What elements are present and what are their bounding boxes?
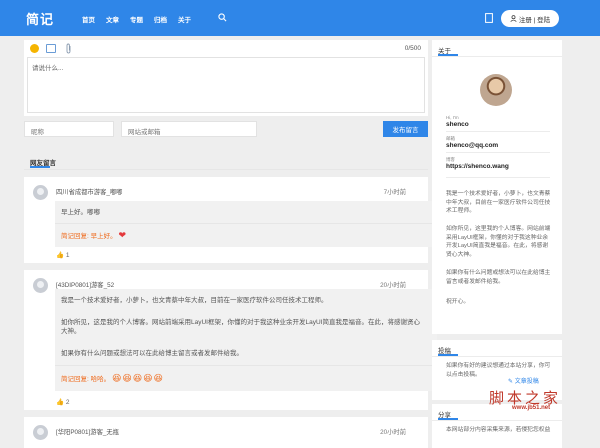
nickname-input[interactable]: 昵称 [24,121,114,137]
info-divider [446,152,550,153]
comment-paragraph: 我是一个技术爱好者，小萝卜，也文青蔡中年大叔，目前在一家医疗软件公司任技术工程师… [61,297,328,304]
nav-item-home[interactable]: 首页 [82,14,106,24]
comment-text: 早上好。嘟嘟 [61,209,100,216]
reply-divider [55,365,437,366]
avatar [33,425,48,440]
comment-time: 20小时前 [380,429,406,436]
avatar [33,185,48,200]
top-navbar: 简记 首页 文章 专题 归档 关于 注册 | 登陆 [0,0,600,36]
contribute-button-label: 文章投稿 [514,379,539,385]
nav-item-about[interactable]: 关于 [178,14,202,24]
greeting-label: Hi, I'm [446,115,459,120]
avatar [33,278,48,293]
panel-divider [432,356,562,357]
comment-author[interactable]: 四川省成都市游客_嘟嘟 [56,187,122,196]
author-email[interactable]: shenco@qq.com [446,142,498,149]
thumbs-up-icon: 👍 [56,252,65,259]
intro-paragraph: 祝开心。 [446,299,470,305]
nav-item-articles[interactable]: 文章 [106,14,130,24]
heart-emoji-icon: ❤ [118,230,126,240]
nav-item-archive[interactable]: 归档 [154,14,178,24]
comment-textarea[interactable]: 请说什么... [27,57,425,113]
panel-divider [432,420,562,421]
author-site[interactable]: https://shenco.wang [446,163,509,170]
reply-text: 哈哈。 [90,376,111,383]
site-logo[interactable]: 简记 [26,9,54,28]
about-panel: 关于 Hi, I'm shenco 邮箱 shenco@qq.com 博客 ht… [432,40,562,334]
section-underline [30,166,50,168]
comment-bubble: 我是一个技术爱好者，小萝卜，也文青蔡中年大叔，目前在一家医疗软件公司任技术工程师… [55,289,437,391]
info-divider [446,131,550,132]
submit-comment-button[interactable]: 发布留言 [383,121,428,137]
pen-icon: ✎ [508,379,514,385]
comment-item: 四川省成都市游客_嘟嘟 7小时前 早上好。嘟嘟 简记回复: 早上好。 ❤ 👍 1 [24,177,437,263]
thumbs-up-icon: 👍 [56,399,65,406]
image-icon[interactable] [46,44,56,53]
comment-item: [华阳P0801]游客_无瓶 20小时前 [24,417,428,448]
main-nav: 首页 文章 专题 归档 关于 [82,14,202,24]
like-button[interactable]: 👍 2 [56,398,70,406]
comment-author[interactable]: [43DIP0801]游客_52 [56,280,114,289]
contribute-button[interactable]: ✎ 文章投稿 [508,376,539,385]
reply-prefix: 简记回复: [61,376,89,383]
comment-paragraph: 如果你有什么问题或想法可以在此给博主留言或者发邮件给我。 [61,350,243,357]
author-reply: 简记回复: 哈哈。 😆😆😆😆😆 [61,373,164,384]
reply-divider [55,223,437,224]
author-name: shenco [446,121,469,128]
reply-prefix: 简记回复: [61,233,89,240]
author-avatar [480,74,512,106]
like-count: 1 [65,252,70,259]
watermark-url: www.jb51.net [512,405,551,411]
reply-text: 早上好。 [90,233,117,240]
comment-author[interactable]: [华阳P0801]游客_无瓶 [56,427,119,436]
comment-bubble: 早上好。嘟嘟 简记回复: 早上好。 ❤ [55,201,437,247]
attachment-icon[interactable] [65,43,72,54]
user-icon [510,15,517,22]
char-counter: 0/500 [404,45,421,52]
comment-time: 20小时前 [380,282,406,289]
like-button[interactable]: 👍 1 [56,251,70,259]
emoji-icon[interactable] [30,44,39,53]
section-divider [24,169,428,170]
search-icon[interactable] [218,13,227,22]
comment-paragraph: 如你所见，这是我的个人博客。网站前端采用LayUI框架，你懂的对于我这种业余开发… [61,319,420,335]
share-text: 本网站部分内容采集来源，若侵犯您权益 [446,427,551,433]
author-reply: 简记回复: 早上好。 ❤ [61,230,126,241]
panel-divider [432,56,562,57]
like-count: 2 [65,399,70,406]
comment-time: 7小时前 [383,189,406,196]
intro-paragraph: 我是一个技术爱好者，小萝卜，也文青蔡中年大叔，目前在一家医疗软件公司任技术工程师… [446,191,551,214]
info-divider [446,177,550,178]
login-register-button[interactable]: 注册 | 登陆 [501,10,559,27]
login-register-label: 注册 | 登陆 [518,16,551,24]
nav-item-topics[interactable]: 专题 [130,14,154,24]
site-or-email-input[interactable]: 网站或邮箱 [121,121,257,137]
laughing-emoji-icon: 😆😆😆😆😆 [111,373,164,383]
comment-composer: 0/500 请说什么... [24,40,428,116]
intro-paragraph: 如果你有什么问题或想法可以在此给博主留言或者发邮件给我。 [446,270,551,285]
comment-item: [43DIP0801]游客_52 20小时前 我是一个技术爱好者，小萝卜，也文青… [24,270,437,410]
book-icon[interactable] [485,13,493,23]
intro-paragraph: 如你所见，这里我的个人博客。网站前端采用LayUI框架，你懂的对于我这种业余开发… [446,226,551,258]
